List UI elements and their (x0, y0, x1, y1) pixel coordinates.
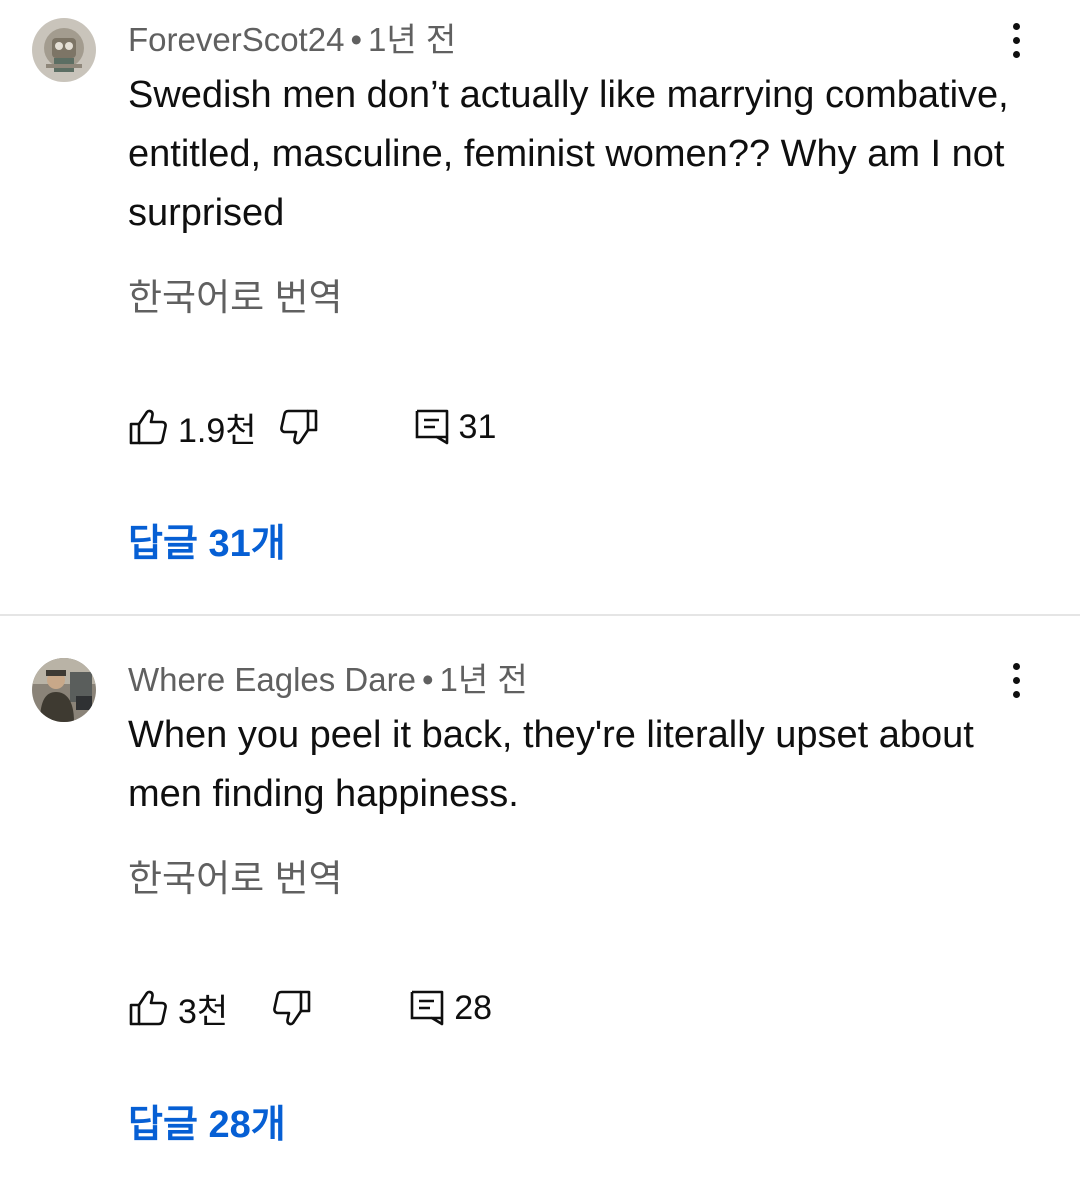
more-dot-icon (1012, 36, 1020, 44)
comment-text: Swedish men don’t actually like marrying… (128, 74, 1009, 234)
avatar[interactable] (32, 18, 96, 82)
more-options-button[interactable] (996, 656, 1036, 704)
like-count: 1.9천 (178, 411, 257, 450)
author-name[interactable]: Where Eagles Dare (128, 661, 416, 698)
reply-icon[interactable] (413, 407, 453, 447)
more-dot-icon (1012, 676, 1020, 684)
more-dot-icon (1012, 50, 1020, 58)
comment-actions: 3천 28 (128, 984, 492, 1032)
dislike-icon[interactable] (279, 407, 319, 447)
avatar-image (32, 18, 96, 82)
reply-count: 28 (454, 988, 493, 1027)
translate-link[interactable]: 한국어로 번역 (128, 276, 343, 320)
more-options-button[interactable] (996, 16, 1036, 64)
translate-link[interactable]: 한국어로 번역 (128, 857, 343, 901)
meta-separator: • (350, 21, 362, 58)
comment-item: ForeverScot24 • 1년 전 Swedish men don’t act… (0, 0, 1080, 614)
like-count: 3천 (178, 992, 229, 1031)
more-dot-icon (1012, 22, 1020, 30)
reply-icon[interactable] (408, 988, 448, 1028)
author-name[interactable]: ForeverScot24 (128, 21, 344, 58)
comment-meta: Where Eagles Dare • 1년 전 (128, 660, 528, 700)
view-replies-link[interactable]: 답글 31개 (128, 520, 286, 568)
more-dot-icon (1012, 690, 1020, 698)
like-icon[interactable] (128, 988, 168, 1028)
reply-count: 31 (458, 407, 497, 446)
comment-meta: ForeverScot24 • 1년 전 (128, 20, 456, 60)
avatar-image (32, 658, 96, 722)
comment-item: Where Eagles Dare • 1년 전 When you peel it … (0, 616, 1080, 1179)
timestamp: 1년 전 (439, 661, 528, 698)
comment-text: When you peel it back, they're literally… (128, 714, 974, 815)
view-replies-link[interactable]: 답글 28개 (128, 1101, 286, 1149)
dislike-icon[interactable] (272, 988, 312, 1028)
comment-actions: 1.9천 31 (128, 403, 496, 451)
like-icon[interactable] (128, 407, 168, 447)
more-dot-icon (1012, 662, 1020, 670)
avatar[interactable] (32, 658, 96, 722)
meta-separator: • (421, 661, 434, 698)
timestamp: 1년 전 (368, 21, 457, 58)
